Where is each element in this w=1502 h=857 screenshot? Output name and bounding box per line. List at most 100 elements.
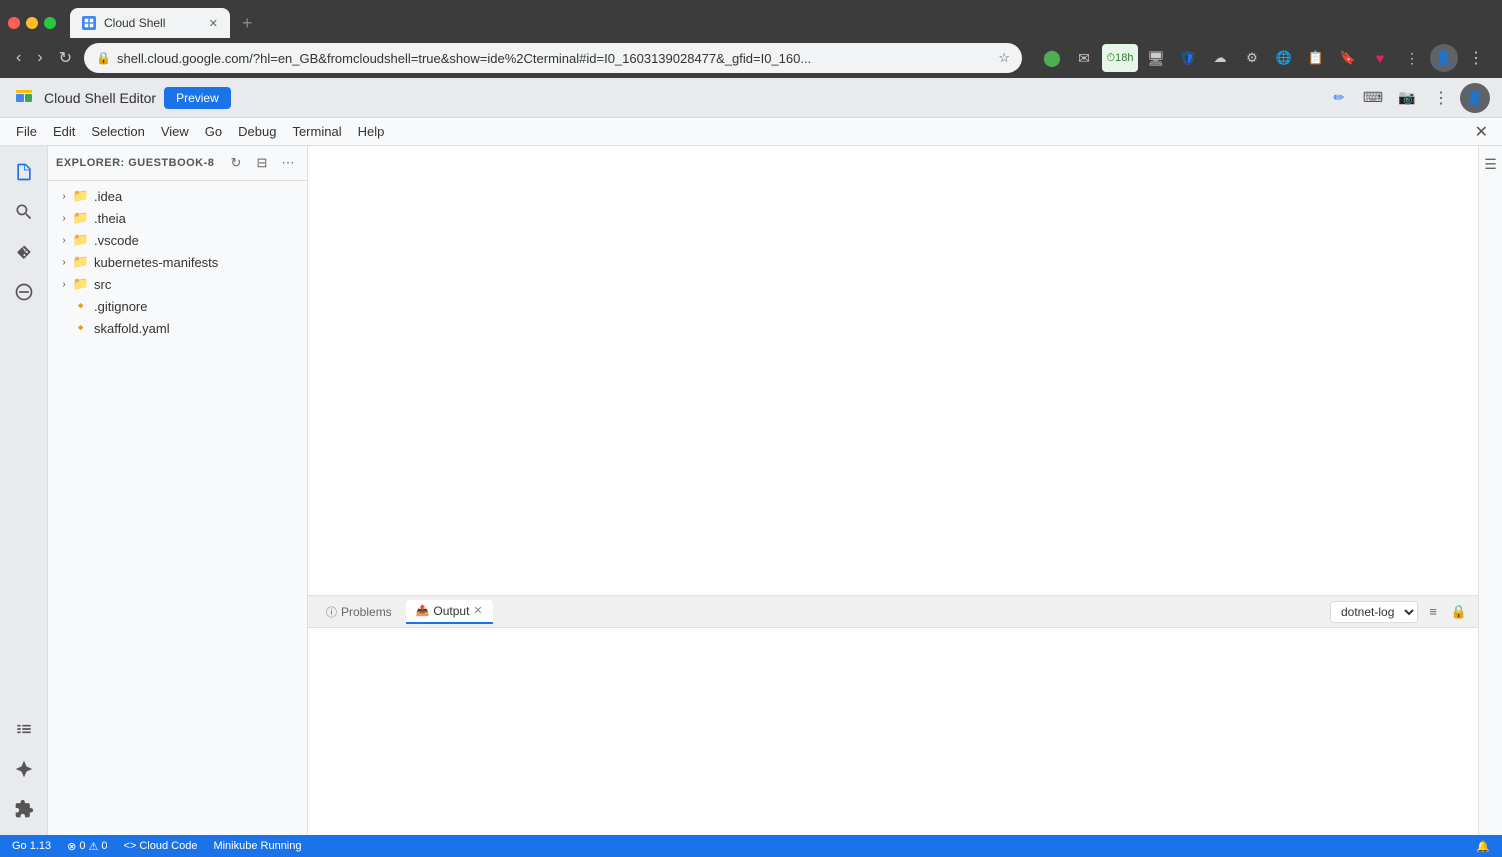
timer-btn[interactable]: ⏱18h <box>1102 44 1138 72</box>
window-controls <box>8 17 56 29</box>
explorer-activity-btn[interactable] <box>6 154 42 190</box>
tree-item-kubernetes[interactable]: › 📁 kubernetes-manifests <box>48 251 307 273</box>
app-header: Cloud Shell Editor Preview ✏ ⌨ 📷 ⋮ 👤 <box>0 78 1502 118</box>
gmail-btn[interactable]: ✉ <box>1070 44 1098 72</box>
menu-help[interactable]: Help <box>350 120 393 143</box>
gcp-btn[interactable]: ☁ <box>1206 44 1234 72</box>
cloud-code-label: Cloud Code <box>139 840 197 852</box>
menu-go[interactable]: Go <box>197 120 230 143</box>
problems-icon: ⓘ <box>326 604 337 620</box>
browser-chrome: Cloud Shell ✕ + ‹ › ↻ 🔒 shell.cloud.goog… <box>0 0 1502 78</box>
shield-btn[interactable]: 🛡 <box>1174 44 1202 72</box>
warning-count: 0 <box>101 840 107 852</box>
tree-item-skaffold[interactable]: 🔸 skaffold.yaml <box>48 317 307 339</box>
no-chevron <box>56 320 72 336</box>
back-button[interactable]: ‹ <box>12 45 25 71</box>
edit-mode-btn[interactable]: ✏ <box>1324 83 1354 113</box>
chevron-icon: › <box>56 210 72 226</box>
menu-view[interactable]: View <box>153 120 197 143</box>
user-account-btn[interactable]: 👤 <box>1460 83 1490 113</box>
bell-icon: 🔔 <box>1476 840 1490 853</box>
activity-bar <box>0 146 48 835</box>
tree-item-theia[interactable]: › 📁 .theia <box>48 207 307 229</box>
folder-icon: 📁 <box>72 231 90 249</box>
git-activity-btn[interactable] <box>6 234 42 270</box>
search-activity-btn[interactable] <box>6 194 42 230</box>
lock-icon: 🔒 <box>96 51 111 65</box>
panel-tab-output-close[interactable]: ✕ <box>473 604 482 617</box>
folder-icon: 📁 <box>72 187 90 205</box>
file-tree: › 📁 .idea › 📁 .theia › 📁 .vscode › 📁 <box>48 181 307 835</box>
explorer-collapse-btn[interactable]: ⊟ <box>251 152 273 174</box>
tree-item-idea[interactable]: › 📁 .idea <box>48 185 307 207</box>
tab-close-btn[interactable]: ✕ <box>209 17 218 30</box>
menu-close-btn[interactable]: ✕ <box>1469 120 1494 144</box>
tab-title: Cloud Shell <box>104 16 201 30</box>
window-close-btn[interactable] <box>8 17 20 29</box>
right-sidebar: ☰ <box>1478 146 1502 835</box>
tree-item-src[interactable]: › 📁 src <box>48 273 307 295</box>
clear-output-btn[interactable]: ≡ <box>1422 601 1444 623</box>
camera-btn[interactable]: 📷 <box>1392 83 1422 113</box>
window-max-btn[interactable] <box>44 17 56 29</box>
address-bar-row: ‹ › ↻ 🔒 shell.cloud.google.com/?hl=en_GB… <box>0 38 1502 78</box>
ext1-btn[interactable]: ⚙ <box>1238 44 1266 72</box>
panel-tabs: ⓘ Problems 📤 Output ✕ dotnet-log ≡ 🔒 <box>308 596 1478 628</box>
address-text: shell.cloud.google.com/?hl=en_GB&fromclo… <box>117 51 992 66</box>
chevron-icon: › <box>56 232 72 248</box>
output-channel-dropdown[interactable]: dotnet-log <box>1330 601 1418 623</box>
folder-name: kubernetes-manifests <box>94 255 218 270</box>
no-entry-activity-btn[interactable] <box>6 274 42 310</box>
status-bar: Go 1.13 ⊗ 0 ⚠ 0 <> Cloud Code Minikube R… <box>0 835 1502 857</box>
cast-btn[interactable]: ⬤ <box>1038 44 1066 72</box>
status-errors[interactable]: ⊗ 0 ⚠ 0 <box>63 840 111 853</box>
folder-name: src <box>94 277 111 292</box>
explorer-refresh-btn[interactable]: ↻ <box>225 152 247 174</box>
menu-selection[interactable]: Selection <box>83 120 152 143</box>
status-minikube[interactable]: Minikube Running <box>209 840 305 852</box>
menu-btn[interactable]: ⋮ <box>1462 44 1490 72</box>
panel-tab-output[interactable]: 📤 Output ✕ <box>406 600 493 624</box>
more-options-btn[interactable]: ⋮ <box>1426 83 1456 113</box>
panel-tab-problems[interactable]: ⓘ Problems <box>316 600 402 624</box>
menu-terminal[interactable]: Terminal <box>284 120 349 143</box>
tab-bar: Cloud Shell ✕ + <box>0 0 1502 38</box>
menu-bar: File Edit Selection View Go Debug Termin… <box>0 118 1502 146</box>
api-activity-btn[interactable] <box>6 711 42 747</box>
address-bar[interactable]: 🔒 shell.cloud.google.com/?hl=en_GB&fromc… <box>84 43 1022 73</box>
new-tab-button[interactable]: + <box>234 13 261 34</box>
ext2-btn[interactable]: 🌐 <box>1270 44 1298 72</box>
profile-btn[interactable]: 👤 <box>1430 44 1458 72</box>
sparkle-activity-btn[interactable] <box>6 751 42 787</box>
tree-item-gitignore[interactable]: 🔸 .gitignore <box>48 295 307 317</box>
explorer-more-btn[interactable]: ⋯ <box>277 152 299 174</box>
folder-name: .idea <box>94 189 122 204</box>
ext3-btn[interactable]: 📋 <box>1302 44 1330 72</box>
panel-right-actions: dotnet-log ≡ 🔒 <box>1330 601 1470 623</box>
preview-button[interactable]: Preview <box>164 87 231 109</box>
menu-edit[interactable]: Edit <box>45 120 83 143</box>
status-cloud-code[interactable]: <> Cloud Code <box>119 840 201 852</box>
folder-icon: 📁 <box>72 253 90 271</box>
forward-button[interactable]: › <box>33 45 46 71</box>
window-min-btn[interactable] <box>26 17 38 29</box>
right-sidebar-btn[interactable]: ☰ <box>1481 154 1501 174</box>
ext4-btn[interactable]: 🔖 <box>1334 44 1362 72</box>
extensions-btn[interactable]: ⋮ <box>1398 44 1426 72</box>
heart-btn[interactable]: ♥ <box>1366 44 1394 72</box>
menu-debug[interactable]: Debug <box>230 120 284 143</box>
warning-icon: ⚠ <box>88 840 98 853</box>
menu-file[interactable]: File <box>8 120 45 143</box>
monitor-btn[interactable]: 🖥 <box>1142 44 1170 72</box>
folder-icon: 📁 <box>72 209 90 227</box>
browser-tab[interactable]: Cloud Shell ✕ <box>70 8 230 38</box>
file-icon: 🔸 <box>72 319 90 337</box>
tree-item-vscode[interactable]: › 📁 .vscode <box>48 229 307 251</box>
reload-button[interactable]: ↻ <box>55 44 76 72</box>
status-bell-btn[interactable]: 🔔 <box>1472 840 1494 853</box>
extensions-activity-btn[interactable] <box>6 791 42 827</box>
scroll-lock-btn[interactable]: 🔒 <box>1448 601 1470 623</box>
status-go-version[interactable]: Go 1.13 <box>8 840 55 852</box>
bookmark-icon[interactable]: ☆ <box>998 50 1010 66</box>
terminal-mode-btn[interactable]: ⌨ <box>1358 83 1388 113</box>
